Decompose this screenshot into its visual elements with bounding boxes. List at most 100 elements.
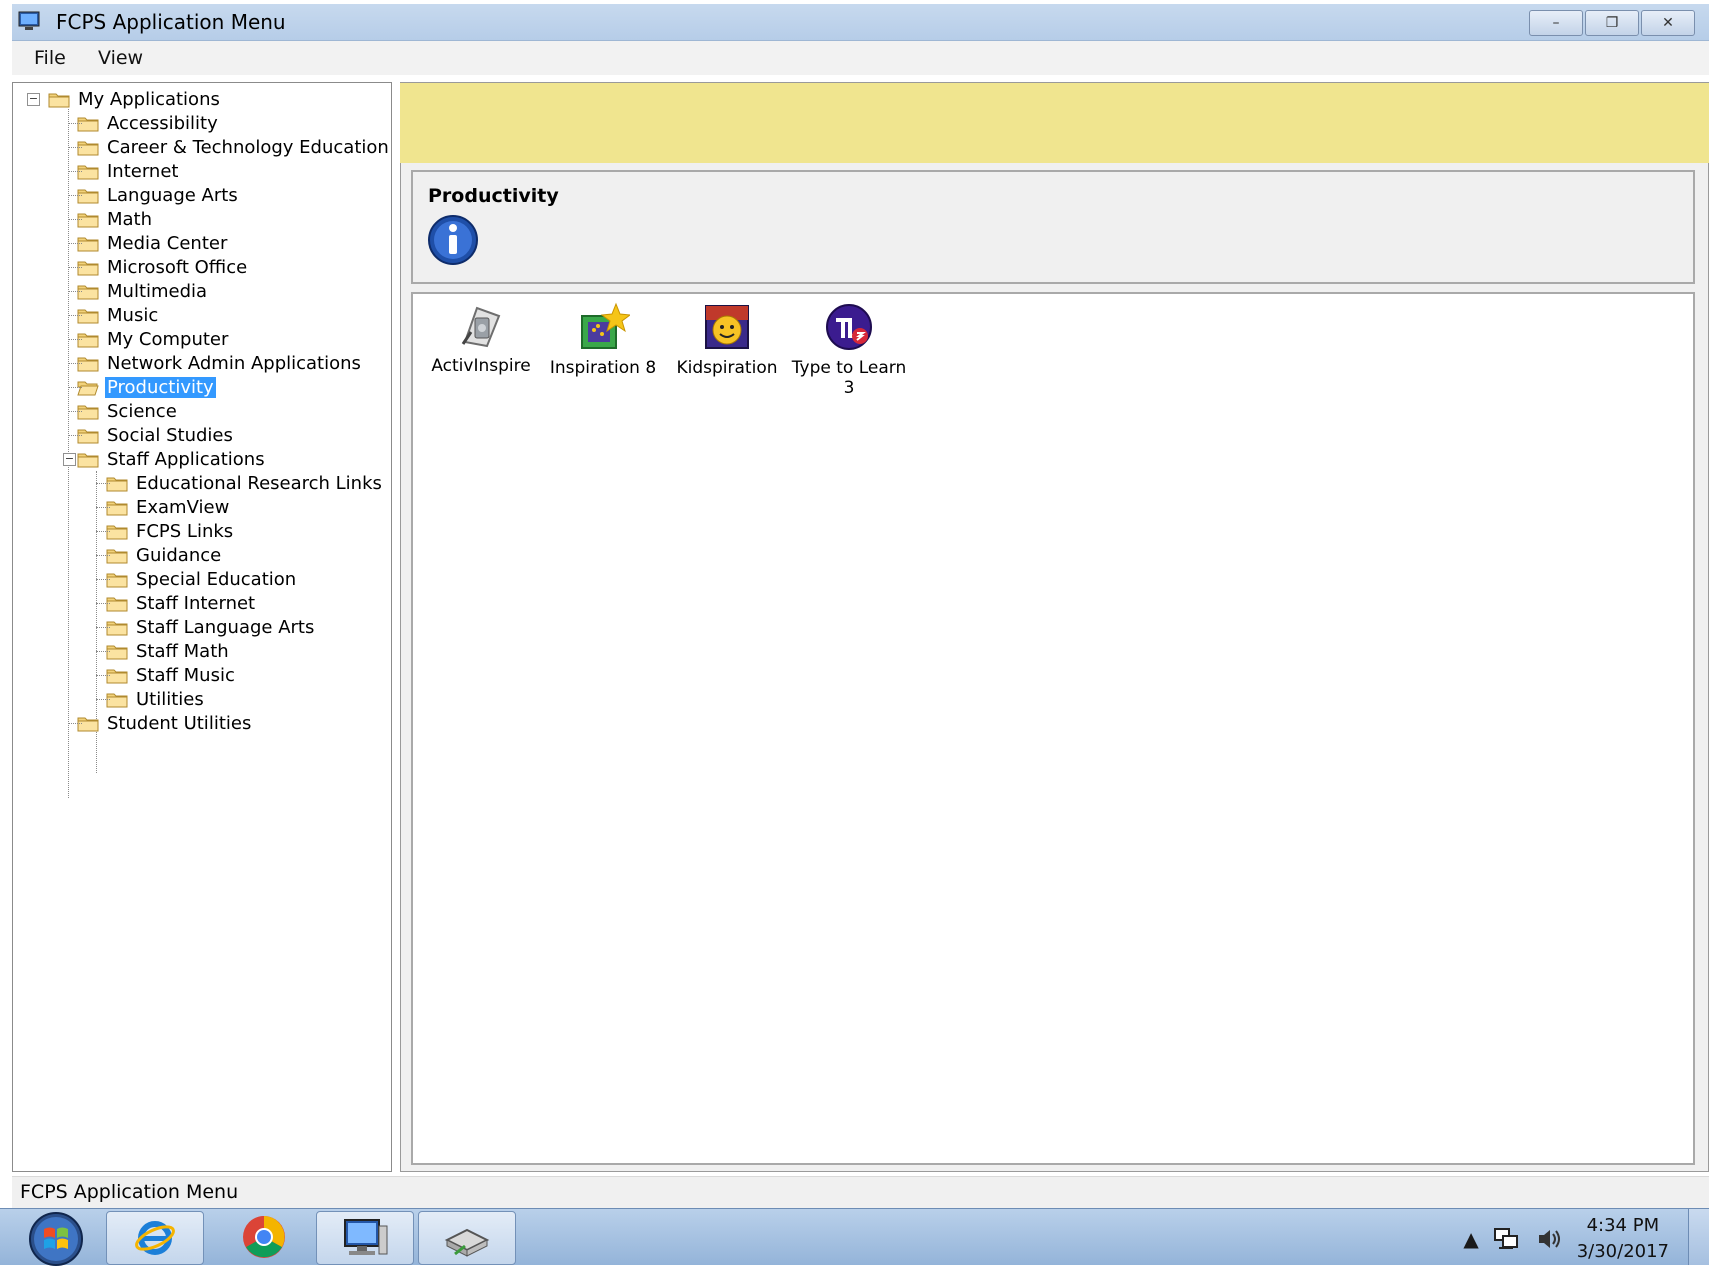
tree-label: Guidance xyxy=(136,544,222,566)
taskbar-chrome[interactable] xyxy=(216,1211,312,1263)
menu-bar: File View xyxy=(12,41,1709,75)
close-button[interactable]: ✕ xyxy=(1641,10,1695,36)
app-inspiration-8[interactable]: Inspiration 8 xyxy=(541,302,665,378)
tree-connector xyxy=(68,363,82,364)
app-icon xyxy=(18,11,40,30)
tree-connector xyxy=(68,267,82,268)
tree-connector xyxy=(68,171,82,172)
tree-label: Microsoft Office xyxy=(107,256,248,278)
network-icon[interactable] xyxy=(1493,1226,1521,1252)
app-label: Kidspiration xyxy=(676,358,778,378)
tree-label: Internet xyxy=(107,160,179,182)
tree-label: Utilities xyxy=(136,688,204,710)
category-header-panel: Productivity xyxy=(411,170,1695,284)
tree-node-staff-internet[interactable]: Staff Internet xyxy=(96,591,257,615)
minimize-button[interactable]: – xyxy=(1529,10,1583,36)
tree-label: Network Admin Applications xyxy=(107,352,361,374)
tree-node-career-technology[interactable]: Career & Technology Education xyxy=(68,135,391,159)
tree-connector xyxy=(96,483,110,484)
tree-node-fcps-links[interactable]: FCPS Links xyxy=(96,519,235,543)
pane-splitter[interactable] xyxy=(392,82,400,1172)
app-activinspire[interactable]: ActivInspire xyxy=(419,302,543,376)
tree-node-network-admin[interactable]: Network Admin Applications xyxy=(68,351,363,375)
tree-label: Staff Math xyxy=(136,640,229,662)
category-title: Productivity xyxy=(428,185,559,207)
tree-connector xyxy=(96,675,110,676)
taskbar-fcps-app-menu[interactable] xyxy=(316,1211,414,1265)
tree-node-my-applications[interactable]: − My Applications xyxy=(27,87,222,111)
menu-file[interactable]: File xyxy=(34,47,66,69)
volume-icon[interactable] xyxy=(1535,1226,1563,1252)
tree-label: Science xyxy=(107,400,177,422)
tree-label: Educational Research Links xyxy=(136,472,382,494)
app-label: ActivInspire xyxy=(431,356,531,376)
tree-node-educational-research-links[interactable]: Educational Research Links xyxy=(96,471,384,495)
tree-node-media-center[interactable]: Media Center xyxy=(68,231,229,255)
tree-connector xyxy=(68,723,82,724)
tree-node-productivity[interactable]: Productivity xyxy=(68,375,216,399)
tree-node-accessibility[interactable]: Accessibility xyxy=(68,111,220,135)
info-icon[interactable] xyxy=(427,214,479,266)
folder-icon xyxy=(48,93,70,107)
tree-node-microsoft-office[interactable]: Microsoft Office xyxy=(68,255,249,279)
tree-connector xyxy=(68,123,82,124)
internet-explorer-icon xyxy=(135,1221,175,1255)
tree-label: Accessibility xyxy=(107,112,218,134)
type-to-learn-icon xyxy=(826,304,872,350)
tree-connector xyxy=(68,411,82,412)
start-button[interactable] xyxy=(24,1211,88,1267)
tree-connector xyxy=(96,651,110,652)
tree-label: Staff Language Arts xyxy=(136,616,315,638)
applications-panel: ActivInspire Inspiration 8 Kidspiration … xyxy=(411,292,1695,1165)
tree-node-examview[interactable]: ExamView xyxy=(96,495,231,519)
collapse-toggle-icon[interactable]: − xyxy=(27,92,40,106)
tree-node-language-arts[interactable]: Language Arts xyxy=(68,183,240,207)
tree-node-music[interactable]: Music xyxy=(68,303,160,327)
taskbar: ▲ 4:34 PM 3/30/2017 xyxy=(0,1208,1709,1267)
clock-date: 3/30/2017 xyxy=(1576,1241,1669,1262)
app-kidspiration[interactable]: Kidspiration xyxy=(665,302,789,378)
tree-connector xyxy=(96,603,110,604)
tree-connector xyxy=(96,531,110,532)
menu-view[interactable]: View xyxy=(98,47,143,69)
tree-node-guidance[interactable]: Guidance xyxy=(96,543,223,567)
tree-connector xyxy=(96,579,110,580)
app-type-to-learn-3[interactable]: Type to Learn 3 xyxy=(787,302,911,398)
tree-connector xyxy=(68,147,82,148)
tree-node-social-studies[interactable]: Social Studies xyxy=(68,423,235,447)
tree-connector xyxy=(68,219,82,220)
restore-button[interactable]: ❐ xyxy=(1585,10,1639,36)
tree-connector xyxy=(96,555,110,556)
clock[interactable]: 4:34 PM 3/30/2017 xyxy=(1577,1213,1669,1265)
tree-label: Special Education xyxy=(136,568,297,590)
tree-node-math[interactable]: Math xyxy=(68,207,154,231)
taskbar-network-drive[interactable] xyxy=(418,1211,516,1265)
app-label: Inspiration 8 xyxy=(549,358,657,378)
show-desktop-button[interactable] xyxy=(1688,1209,1709,1265)
show-hidden-icons-icon[interactable]: ▲ xyxy=(1463,1227,1478,1251)
tree-node-staff-language-arts[interactable]: Staff Language Arts xyxy=(96,615,316,639)
tree-connector xyxy=(96,627,110,628)
tree-node-internet[interactable]: Internet xyxy=(68,159,180,183)
tree-connector xyxy=(68,339,82,340)
tree-connector xyxy=(68,387,82,388)
tree-node-my-computer[interactable]: My Computer xyxy=(68,327,230,351)
tree-label: Music xyxy=(107,304,159,326)
collapse-toggle-icon[interactable]: − xyxy=(63,453,76,466)
tree-node-special-education[interactable]: Special Education xyxy=(96,567,298,591)
category-tree[interactable]: − My Applications Accessibility Career &… xyxy=(12,82,392,1172)
app-label: Type to Learn 3 xyxy=(791,358,907,398)
folder-icon xyxy=(77,453,99,467)
title-bar[interactable]: FCPS Application Menu – ❐ ✕ xyxy=(12,4,1709,41)
tree-label: Language Arts xyxy=(107,184,238,206)
taskbar-internet-explorer[interactable] xyxy=(106,1211,204,1265)
tree-connector xyxy=(96,699,110,700)
tree-node-staff-math[interactable]: Staff Math xyxy=(96,639,231,663)
tree-node-staff-music[interactable]: Staff Music xyxy=(96,663,237,687)
tree-node-multimedia[interactable]: Multimedia xyxy=(68,279,209,303)
tree-connector xyxy=(96,507,110,508)
tree-node-staff-applications[interactable]: − Staff Applications xyxy=(63,447,267,471)
tree-node-science[interactable]: Science xyxy=(68,399,179,423)
tree-node-student-utilities[interactable]: Student Utilities xyxy=(68,711,253,735)
tree-node-utilities[interactable]: Utilities xyxy=(96,687,206,711)
